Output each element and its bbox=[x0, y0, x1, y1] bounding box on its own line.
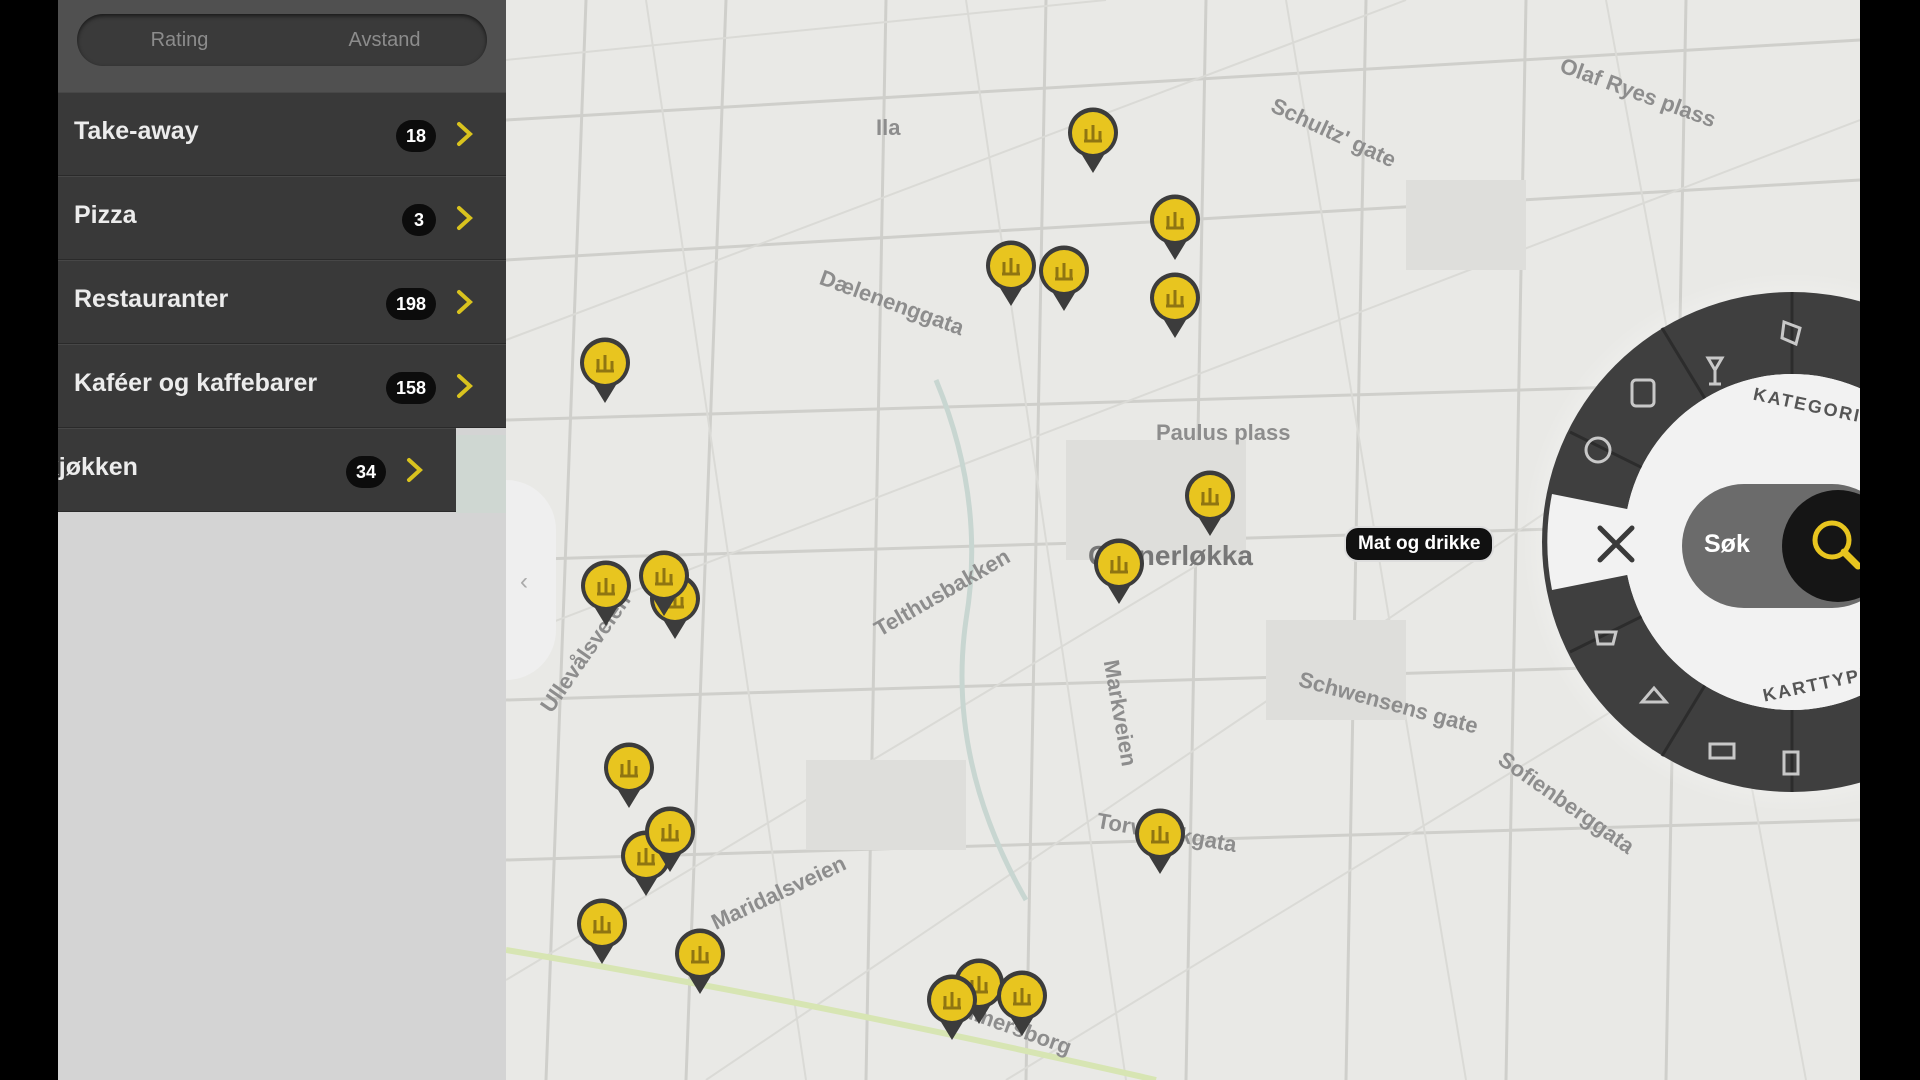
map-pin[interactable] bbox=[1065, 105, 1121, 175]
map-pin[interactable] bbox=[577, 335, 633, 405]
count-badge: 3 bbox=[402, 204, 436, 236]
map-pin[interactable] bbox=[1147, 192, 1203, 262]
chevron-right-icon bbox=[457, 374, 473, 398]
close-icon[interactable] bbox=[1592, 520, 1640, 568]
category-label: Pizza bbox=[74, 201, 137, 229]
map-pin[interactable] bbox=[642, 804, 698, 874]
search-icon-button[interactable] bbox=[1782, 490, 1860, 602]
map-pin[interactable] bbox=[1132, 806, 1188, 876]
map-pin[interactable] bbox=[672, 926, 728, 996]
map-pin[interactable] bbox=[1091, 536, 1147, 606]
count-badge: 18 bbox=[395, 120, 436, 152]
category-item-kafeer[interactable]: Kaféer og kaffebarer 158 bbox=[58, 344, 506, 428]
panel-collapse-handle[interactable]: ‹ bbox=[506, 480, 556, 680]
chevron-right-icon bbox=[407, 458, 423, 482]
count-badge: 34 bbox=[345, 456, 386, 488]
map-pin[interactable] bbox=[578, 558, 634, 628]
map-pin[interactable] bbox=[601, 740, 657, 810]
count-badge: 198 bbox=[385, 288, 436, 320]
count-badge: 158 bbox=[385, 372, 436, 404]
chevron-right-icon bbox=[457, 290, 473, 314]
street-label: Paulus plass bbox=[1156, 420, 1291, 445]
category-item-restauranter[interactable]: Restauranter 198 bbox=[58, 260, 506, 344]
search-label: Søk bbox=[1704, 530, 1750, 558]
map-pin[interactable] bbox=[994, 968, 1050, 1038]
map-pin[interactable] bbox=[1036, 243, 1092, 313]
tab-avstand[interactable]: Avstand bbox=[282, 14, 487, 66]
map-pin[interactable] bbox=[1147, 270, 1203, 340]
category-item-take-away[interactable]: Take-away 18 bbox=[58, 92, 506, 176]
search-icon bbox=[1812, 520, 1860, 570]
chevron-right-icon bbox=[457, 206, 473, 230]
tab-rating[interactable]: Rating bbox=[77, 14, 282, 66]
chevron-left-icon: ‹ bbox=[520, 568, 528, 595]
category-label: Restauranter bbox=[74, 285, 229, 313]
search-button[interactable]: Søk bbox=[1682, 484, 1860, 608]
category-item-pizza[interactable]: Pizza 3 bbox=[58, 176, 506, 260]
selected-category-tooltip: Mat og drikke bbox=[1344, 526, 1495, 562]
map-pin[interactable] bbox=[636, 548, 692, 618]
app-frame: Rating Avstand Take-away 18 Pizza 3 Rest… bbox=[58, 0, 1860, 1080]
category-panel: Rating Avstand Take-away 18 Pizza 3 Rest… bbox=[58, 0, 506, 1080]
category-list: Take-away 18 Pizza 3 Restauranter 198 Ka… bbox=[58, 92, 506, 513]
map-pin[interactable] bbox=[1182, 468, 1238, 538]
category-label: lekjøkken bbox=[58, 453, 138, 481]
map-pin[interactable] bbox=[983, 238, 1039, 308]
sort-bar: Rating Avstand bbox=[58, 0, 506, 92]
category-item-lekjokken[interactable]: lekjøkken 34 bbox=[58, 428, 506, 513]
map-pin[interactable] bbox=[574, 896, 630, 966]
map-pin[interactable] bbox=[924, 972, 980, 1042]
category-label: Kaféer og kaffebarer bbox=[74, 369, 318, 397]
sort-segmented-control: Rating Avstand bbox=[77, 14, 487, 66]
category-label: Take-away bbox=[74, 117, 199, 145]
chevron-right-icon bbox=[457, 122, 473, 146]
street-label: Ila bbox=[876, 115, 901, 140]
map-thumbnail bbox=[456, 435, 506, 513]
